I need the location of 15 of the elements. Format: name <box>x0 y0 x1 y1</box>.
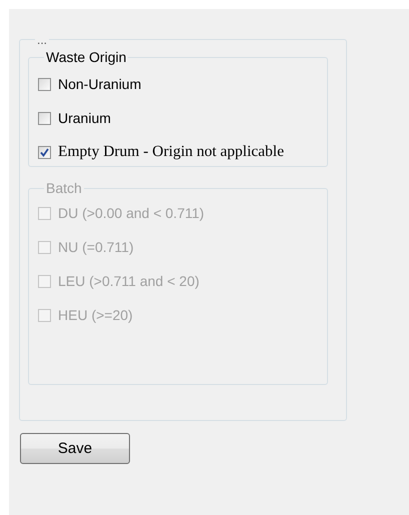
checkbox-label: DU (>0.00 and < 0.711) <box>58 205 204 221</box>
checkbox-label: NU (=0.711) <box>58 239 134 255</box>
check-icon <box>40 148 49 156</box>
checkbox-label: Non-Uranium <box>58 76 142 92</box>
checkbox[interactable] <box>38 146 51 158</box>
group-title: ... <box>37 33 48 47</box>
checkbox-label: HEU (>=20) <box>58 307 133 323</box>
group-title: Waste Origin <box>46 49 126 65</box>
save-button[interactable]: Save <box>20 433 130 464</box>
checkbox[interactable] <box>38 112 51 124</box>
group-title: Batch <box>46 180 82 196</box>
checkbox-label: Empty Drum - Origin not applicable <box>58 143 284 161</box>
checkbox-label: LEU (>0.711 and < 20) <box>58 273 200 289</box>
checkbox-label: Uranium <box>58 110 111 126</box>
checkbox[interactable] <box>38 78 51 90</box>
